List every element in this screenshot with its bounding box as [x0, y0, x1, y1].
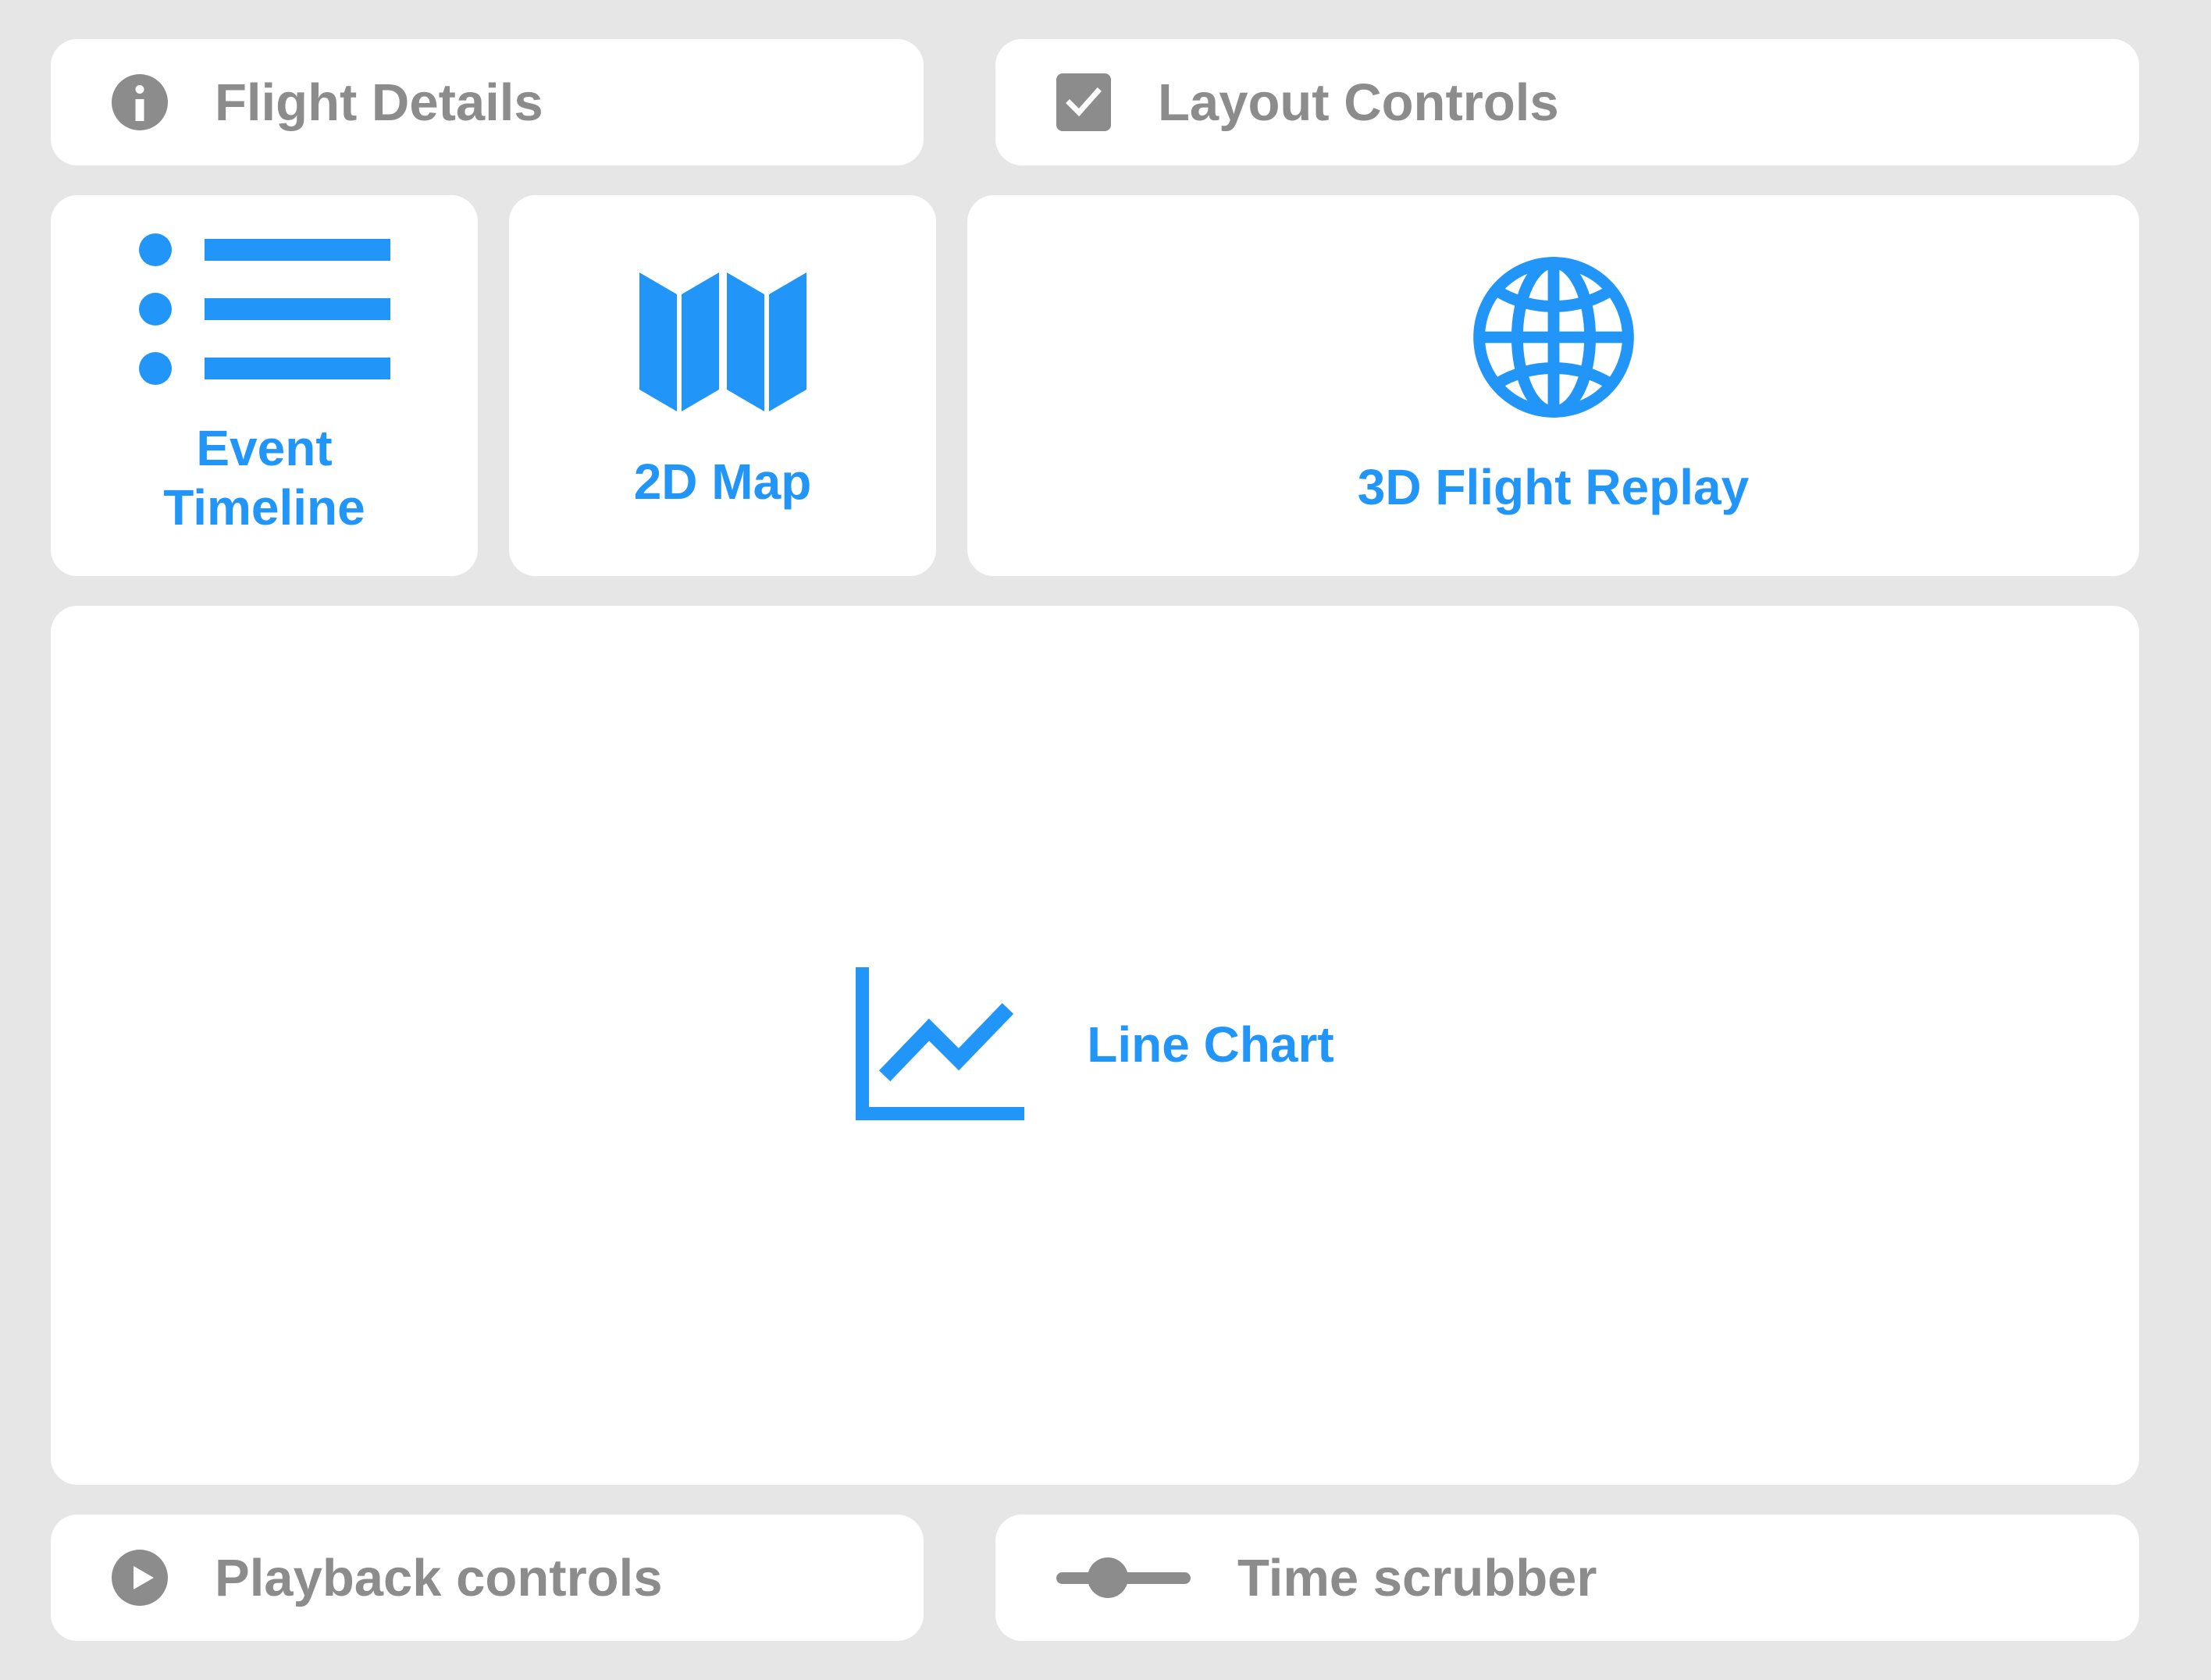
line-chart-label: Line Chart [1087, 1016, 1334, 1073]
list-icon-bullet [138, 293, 172, 326]
event-timeline-label: Event Timeline [163, 420, 365, 536]
list-icon-bullet [138, 352, 172, 386]
list-icon-bar [204, 358, 390, 380]
3d-flight-replay-panel[interactable]: 3D Flight Replay [967, 195, 2139, 576]
flight-details-bar[interactable]: Flight Details [51, 39, 924, 166]
slider-icon[interactable] [1056, 1550, 1191, 1606]
list-icon-bullet [138, 233, 172, 267]
panel-row: Event Timeline 2D Map 3D Flight Replay [51, 195, 2139, 576]
map-icon [636, 260, 810, 418]
2d-map-panel[interactable]: 2D Map [509, 195, 936, 576]
play-circle-icon[interactable] [112, 1550, 168, 1606]
info-icon [112, 74, 168, 130]
list-icon-row [138, 233, 390, 267]
3d-flight-replay-label: 3D Flight Replay [1357, 458, 1750, 515]
time-scrubber-bar[interactable]: Time scrubber [995, 1514, 2139, 1641]
time-scrubber-label: Time scrubber [1237, 1548, 1597, 1607]
slider-knob[interactable] [1088, 1557, 1128, 1598]
list-icon-bar [204, 298, 390, 321]
chart-row: Line Chart [51, 606, 2139, 1485]
list-icon-row [138, 352, 390, 386]
bottom-bar-row: Playback controls Time scrubber [51, 1514, 2139, 1641]
playback-controls-label: Playback controls [215, 1548, 663, 1607]
list-icon-row [138, 293, 390, 326]
line-chart-panel[interactable]: Line Chart [51, 606, 2139, 1485]
top-bar-row: Flight Details Layout Controls [51, 39, 2139, 166]
list-icon [138, 233, 390, 386]
playback-controls-bar[interactable]: Playback controls [51, 1514, 924, 1641]
layout-controls-bar[interactable]: Layout Controls [995, 39, 2139, 166]
wireframe-root: Flight Details Layout Controls Event Tim… [0, 0, 2211, 1680]
checkbox-checked-icon[interactable] [1056, 73, 1111, 131]
event-timeline-panel[interactable]: Event Timeline [51, 195, 478, 576]
2d-map-label: 2D Map [633, 453, 812, 510]
layout-controls-label: Layout Controls [1158, 73, 1559, 132]
globe-icon [1471, 254, 1636, 424]
line-chart-icon [855, 963, 1026, 1124]
flight-details-label: Flight Details [215, 73, 543, 132]
list-icon-bar [204, 239, 390, 262]
